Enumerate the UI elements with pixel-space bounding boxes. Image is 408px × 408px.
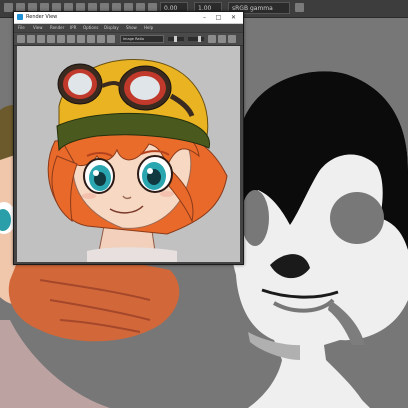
refresh-icon[interactable]: [37, 35, 45, 43]
maya-app-icon: [17, 14, 23, 20]
remove-image-icon[interactable]: [107, 35, 115, 43]
snapshot-icon[interactable]: [57, 35, 65, 43]
menu-view[interactable]: View: [33, 24, 43, 32]
render-view-title-bar[interactable]: Render View – □ ✕: [14, 12, 243, 24]
right-eye-hole-right: [330, 192, 384, 244]
menu-file[interactable]: File: [18, 24, 25, 32]
rgb-channel-icon[interactable]: [67, 35, 75, 43]
keep-image-icon[interactable]: [97, 35, 105, 43]
chevron-down-icon[interactable]: [295, 3, 304, 12]
image-ratio-dropdown[interactable]: Image Ratio: [120, 35, 164, 43]
redo-render-icon[interactable]: [17, 35, 25, 43]
real-size-icon[interactable]: [87, 35, 95, 43]
render-image-area[interactable]: [17, 46, 240, 262]
alpha-channel-icon[interactable]: [77, 35, 85, 43]
render-region-icon[interactable]: [47, 35, 55, 43]
render-view-menu-bar: File View Render IPR Options Display Sho…: [14, 24, 243, 32]
window-title: Render View: [26, 14, 58, 20]
exposure-slider[interactable]: [168, 36, 184, 42]
render-view-toolbar: Image Ratio: [14, 32, 243, 46]
rendered-character-image: [17, 46, 240, 262]
gamma-slider[interactable]: [188, 36, 204, 42]
menu-options[interactable]: Options: [83, 24, 98, 32]
menu-show[interactable]: Show: [126, 24, 137, 32]
settings-icon[interactable]: [218, 35, 226, 43]
menu-ipr[interactable]: IPR: [70, 24, 76, 32]
right-eye-hole-left: [241, 190, 269, 246]
color-manage-icon[interactable]: [208, 35, 216, 43]
select-tool-icon[interactable]: [4, 3, 13, 12]
menu-help[interactable]: Help: [144, 24, 153, 32]
ipr-render-icon[interactable]: [27, 35, 35, 43]
render-view-window[interactable]: Render View – □ ✕ File View Render IPR O…: [13, 11, 244, 265]
menu-display[interactable]: Display: [104, 24, 119, 32]
help-icon[interactable]: [228, 35, 236, 43]
minimize-button[interactable]: –: [199, 12, 210, 23]
maximize-button[interactable]: □: [213, 12, 224, 23]
close-button[interactable]: ✕: [228, 12, 239, 23]
menu-render[interactable]: Render: [50, 24, 64, 32]
